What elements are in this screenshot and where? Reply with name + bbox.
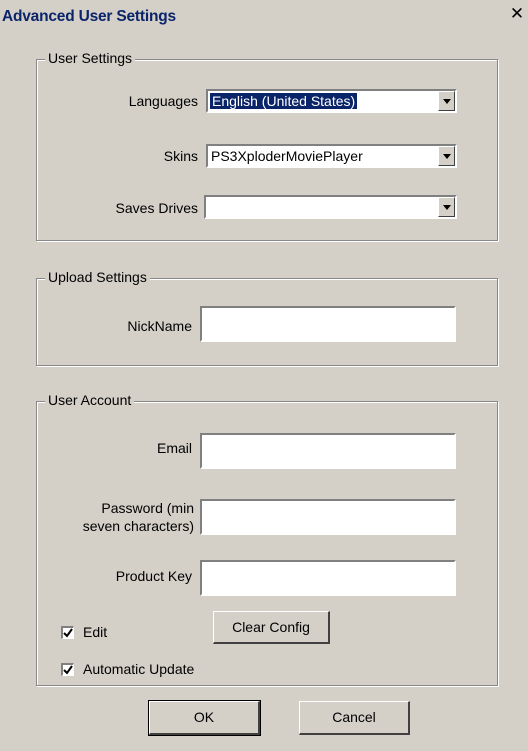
automatic-update-checkbox[interactable]: Automatic Update xyxy=(61,661,194,677)
cancel-label: Cancel xyxy=(332,709,376,725)
checkmark-icon xyxy=(63,664,73,675)
chevron-down-icon[interactable] xyxy=(438,91,455,111)
edit-checkbox-box[interactable] xyxy=(61,625,74,639)
automatic-update-label: Automatic Update xyxy=(83,661,195,677)
automatic-update-checkbox-box[interactable] xyxy=(61,662,74,676)
password-field[interactable] xyxy=(200,499,456,535)
password-label-line2: seven characters) xyxy=(82,518,194,534)
user-settings-legend: User Settings xyxy=(45,50,136,66)
languages-label: Languages xyxy=(128,93,198,109)
password-label: Password (min seven characters) xyxy=(40,499,194,535)
email-label: Email xyxy=(156,440,192,456)
email-field[interactable] xyxy=(200,433,456,469)
skins-label: Skins xyxy=(163,148,198,164)
checkmark-icon xyxy=(63,627,73,638)
ok-button[interactable]: OK xyxy=(148,700,261,736)
ok-label: OK xyxy=(193,709,215,725)
skins-value: PS3XploderMoviePlayer xyxy=(211,148,363,164)
product-key-field[interactable] xyxy=(200,560,456,596)
cancel-button[interactable]: Cancel xyxy=(299,701,410,735)
product-key-label: Product Key xyxy=(115,568,192,584)
upload-settings-legend: Upload Settings xyxy=(45,269,150,285)
languages-value: English (United States) xyxy=(210,93,358,109)
skins-select[interactable]: PS3XploderMoviePlayer xyxy=(206,144,457,168)
clear-config-button[interactable]: Clear Config xyxy=(213,611,330,644)
user-account-legend: User Account xyxy=(45,392,135,408)
password-label-line1: Password (min xyxy=(101,500,194,516)
languages-select[interactable]: English (United States) xyxy=(206,89,457,113)
title-bar: Advanced User Settings ✕ xyxy=(0,0,528,34)
window-title: Advanced User Settings xyxy=(2,8,176,25)
close-icon[interactable]: ✕ xyxy=(508,5,526,23)
clear-config-label: Clear Config xyxy=(232,619,310,635)
nickname-field[interactable] xyxy=(200,306,456,342)
saves-drives-select[interactable] xyxy=(204,195,457,219)
edit-label: Edit xyxy=(83,624,108,640)
edit-checkbox[interactable]: Edit xyxy=(61,624,107,640)
chevron-down-icon[interactable] xyxy=(438,197,455,217)
nickname-label: NickName xyxy=(127,318,192,334)
saves-drives-label: Saves Drives xyxy=(115,200,198,216)
chevron-down-icon[interactable] xyxy=(438,146,455,166)
